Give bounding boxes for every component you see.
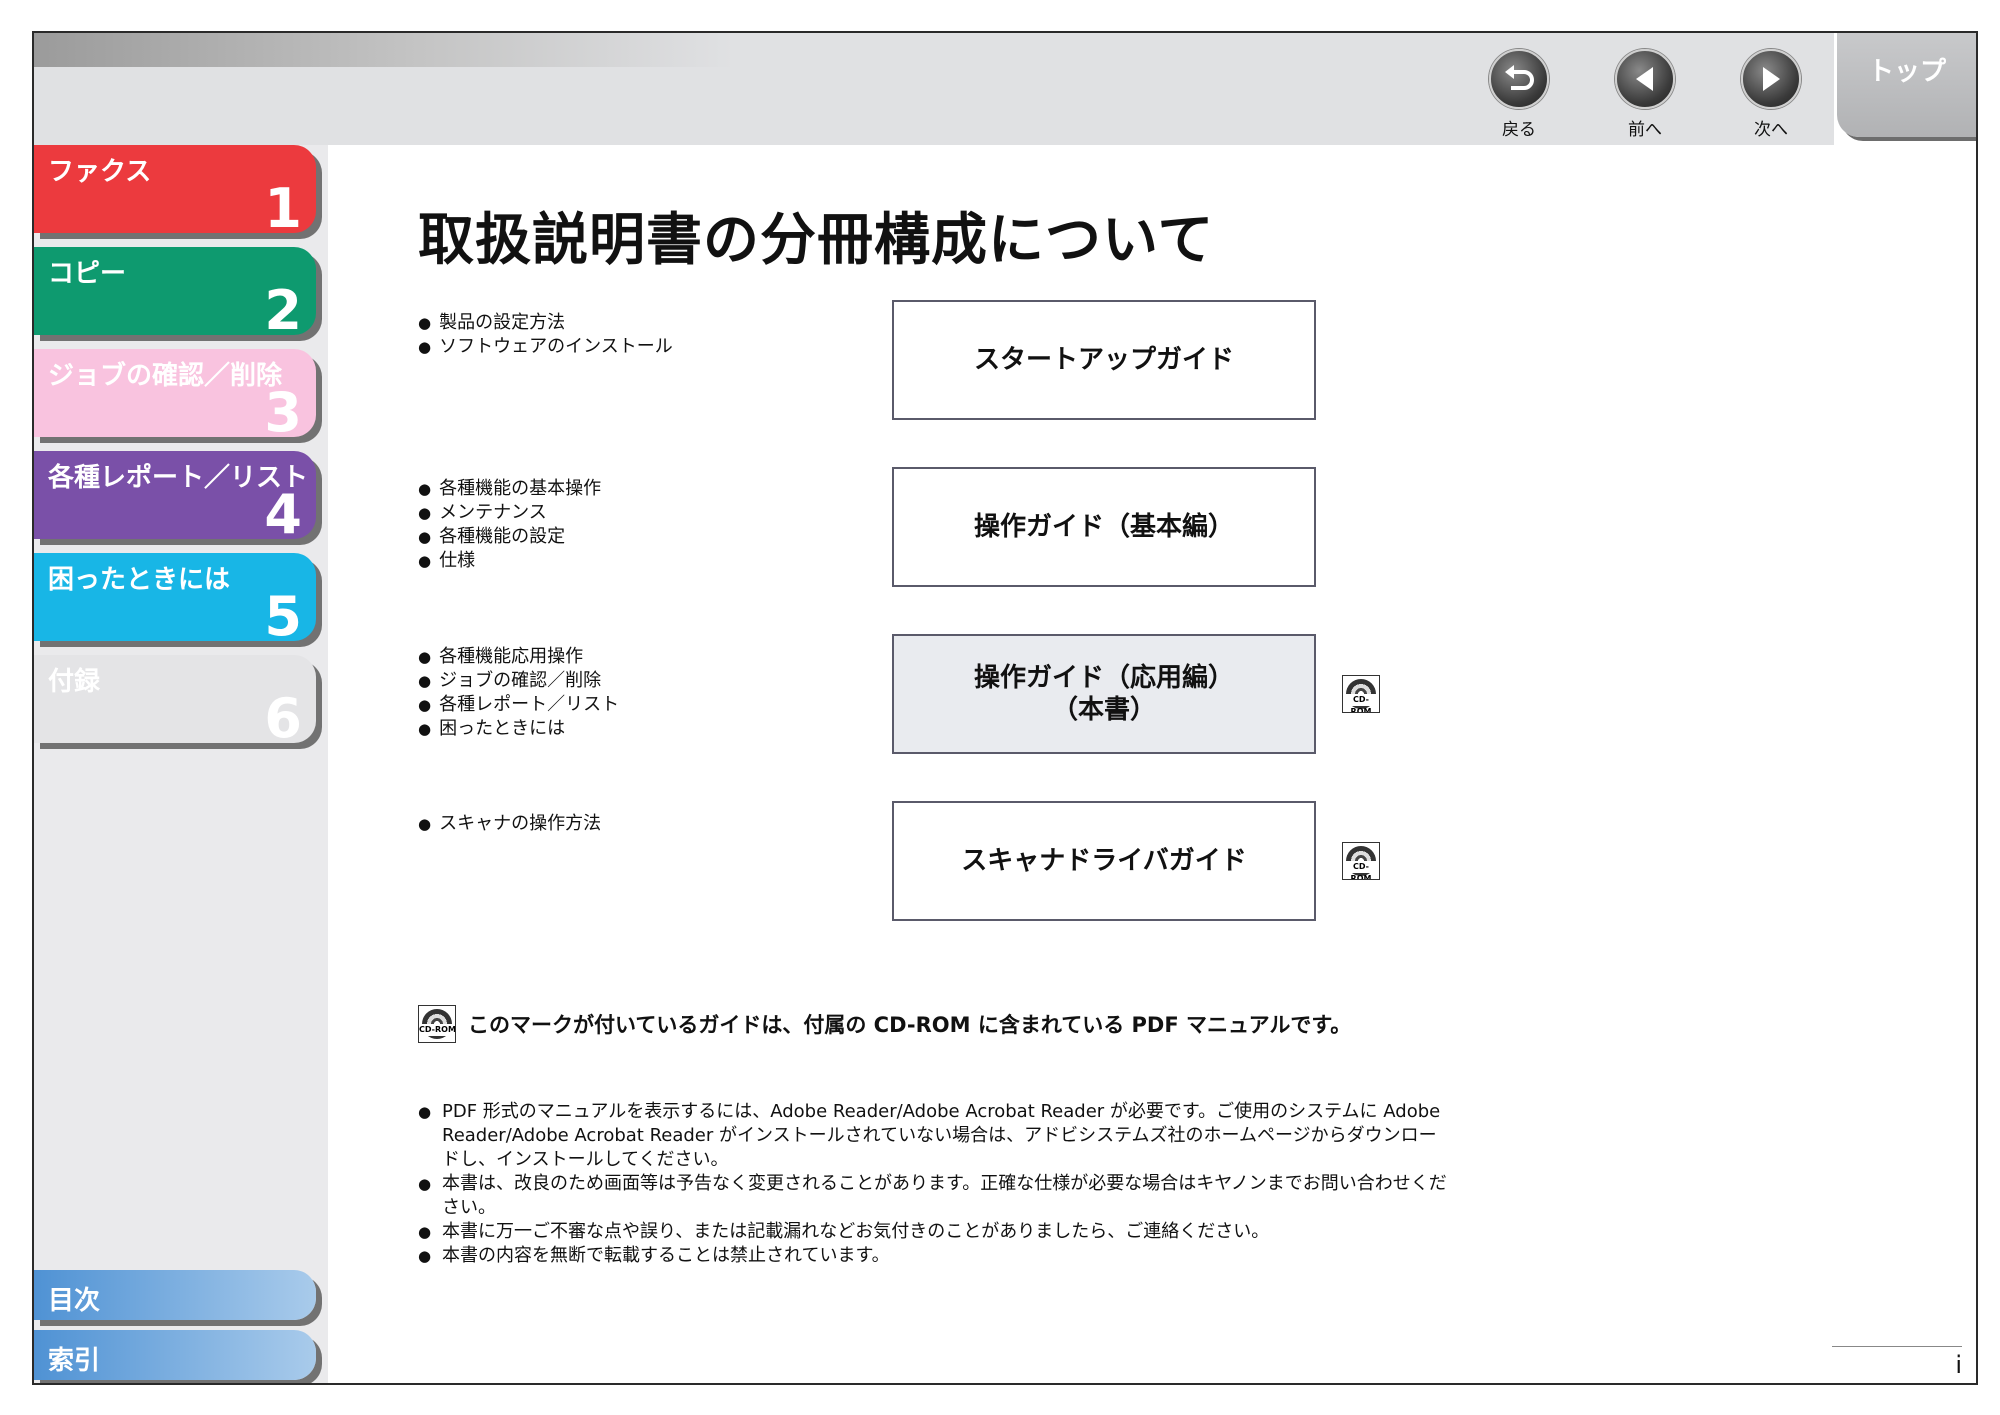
feature-list-startup: 製品の設定方法 ソフトウェアのインストール xyxy=(418,311,673,359)
prev-arrow-icon xyxy=(1615,49,1675,109)
list-item: 製品の設定方法 xyxy=(418,311,673,335)
chapter-tab-job-status[interactable]: ジョブの確認／削除 3 xyxy=(34,349,316,443)
list-item: 本書に万一ご不審な点や誤り、または記載漏れなどお気付きのことがありましたら、ご連… xyxy=(418,1220,1448,1244)
notes-list: PDF 形式のマニュアルを表示するには、Adobe Reader/Adobe A… xyxy=(418,1100,1448,1268)
page-number: i xyxy=(1832,1346,1962,1383)
next-label: 次へ xyxy=(1754,120,1788,140)
chapter-tab-copy[interactable]: コピー 2 xyxy=(34,247,316,341)
list-item: 各種機能の設定 xyxy=(418,525,601,549)
guide-subtitle: （本書） xyxy=(1051,695,1156,725)
cd-rom-icon-text: CD-ROM xyxy=(419,1024,456,1036)
list-item: 本書の内容を無断で転載することは禁止されています。 xyxy=(418,1244,1448,1268)
chapter-tab-number: 5 xyxy=(264,585,302,648)
back-icon xyxy=(1489,49,1549,109)
top-tab[interactable]: トップ xyxy=(1834,33,1976,145)
toc-link[interactable]: 目次 xyxy=(34,1270,316,1320)
chapter-tab-label: コピー xyxy=(48,259,127,289)
list-item: ソフトウェアのインストール xyxy=(418,335,673,359)
document-frame: 戻る 前へ 次へ トップ ファクス 1 コピー 2 ジョブの確認／削除 3 各種… xyxy=(32,31,1978,1385)
next-button[interactable]: 次へ xyxy=(1726,49,1816,140)
cd-rom-note-text: このマークが付いているガイドは、付属の CD-ROM に含まれている PDF マ… xyxy=(468,1013,1352,1037)
list-item: 仕様 xyxy=(418,549,601,573)
list-item: 困ったときには xyxy=(418,717,619,741)
chapter-tab-label: ジョブの確認／削除 xyxy=(48,361,283,391)
chapter-tab-number: 1 xyxy=(264,177,302,240)
list-item: 本書は、改良のため画面等は予告なく変更されることがあります。正確な仕様が必要な場… xyxy=(418,1172,1448,1220)
cd-rom-icon-text: CD-ROM xyxy=(1343,861,1379,879)
chapter-tab-number: 6 xyxy=(264,687,302,750)
index-link[interactable]: 索引 xyxy=(34,1330,316,1380)
chapter-tab-label: ファクス xyxy=(48,157,152,187)
page-title: 取扱説明書の分冊構成について xyxy=(418,208,1215,273)
cd-rom-icon: CD-ROM xyxy=(1342,675,1380,713)
guide-box-scanner[interactable]: スキャナドライバガイド xyxy=(892,801,1316,921)
list-item: 各種機能応用操作 xyxy=(418,645,619,669)
chapter-tab-number: 2 xyxy=(264,279,302,342)
list-item: メンテナンス xyxy=(418,501,601,525)
guide-title: 操作ガイド（応用編） xyxy=(973,663,1234,693)
back-label: 戻る xyxy=(1502,120,1536,140)
feature-list-basic: 各種機能の基本操作 メンテナンス 各種機能の設定 仕様 xyxy=(418,477,601,573)
cd-rom-icon: CD-ROM xyxy=(418,1005,456,1043)
chapter-tab-number: 3 xyxy=(264,381,302,444)
index-label: 索引 xyxy=(48,1346,101,1376)
chapter-tab-label: 困ったときには xyxy=(48,565,231,595)
list-item: スキャナの操作方法 xyxy=(418,812,601,836)
guide-box-startup[interactable]: スタートアップガイド xyxy=(892,300,1316,420)
prev-label: 前へ xyxy=(1628,120,1662,140)
toolbar-gradient xyxy=(34,33,734,67)
list-item: 各種機能の基本操作 xyxy=(418,477,601,501)
guide-box-advanced[interactable]: 操作ガイド（応用編） （本書） xyxy=(892,634,1316,754)
cd-rom-icon: CD-ROM xyxy=(1342,842,1380,880)
chapter-tab-reports[interactable]: 各種レポート／リスト 4 xyxy=(34,451,316,545)
chapter-tab-fax[interactable]: ファクス 1 xyxy=(34,145,316,239)
list-item: 各種レポート／リスト xyxy=(418,693,619,717)
next-arrow-icon xyxy=(1741,49,1801,109)
feature-list-advanced: 各種機能応用操作 ジョブの確認／削除 各種レポート／リスト 困ったときには xyxy=(418,645,619,741)
chapter-tab-troubleshooting[interactable]: 困ったときには 5 xyxy=(34,553,316,647)
chapter-sidebar: ファクス 1 コピー 2 ジョブの確認／削除 3 各種レポート／リスト 4 困っ… xyxy=(34,145,328,1383)
cd-rom-note: CD-ROM このマークが付いているガイドは、付属の CD-ROM に含まれてい… xyxy=(418,1005,1351,1043)
guide-title: 操作ガイド（基本編） xyxy=(973,512,1234,542)
guide-box-basic[interactable]: 操作ガイド（基本編） xyxy=(892,467,1316,587)
main-content: 取扱説明書の分冊構成について 製品の設定方法 ソフトウェアのインストール スター… xyxy=(328,145,1976,1383)
feature-list-scanner: スキャナの操作方法 xyxy=(418,812,601,836)
chapter-tab-appendix[interactable]: 付録 6 xyxy=(34,655,316,749)
top-toolbar: 戻る 前へ 次へ xyxy=(34,33,1834,145)
toc-label: 目次 xyxy=(48,1286,101,1316)
prev-button[interactable]: 前へ xyxy=(1600,49,1690,140)
cd-rom-icon-text: CD-ROM xyxy=(1343,694,1379,712)
back-button[interactable]: 戻る xyxy=(1474,49,1564,140)
list-item: ジョブの確認／削除 xyxy=(418,669,619,693)
guide-title: スタートアップガイド xyxy=(973,345,1234,375)
chapter-tab-number: 4 xyxy=(264,483,302,546)
list-item: PDF 形式のマニュアルを表示するには、Adobe Reader/Adobe A… xyxy=(418,1100,1448,1172)
guide-title: スキャナドライバガイド xyxy=(961,846,1247,876)
top-tab-label: トップ xyxy=(1837,33,1976,137)
chapter-tab-label: 付録 xyxy=(48,667,101,697)
